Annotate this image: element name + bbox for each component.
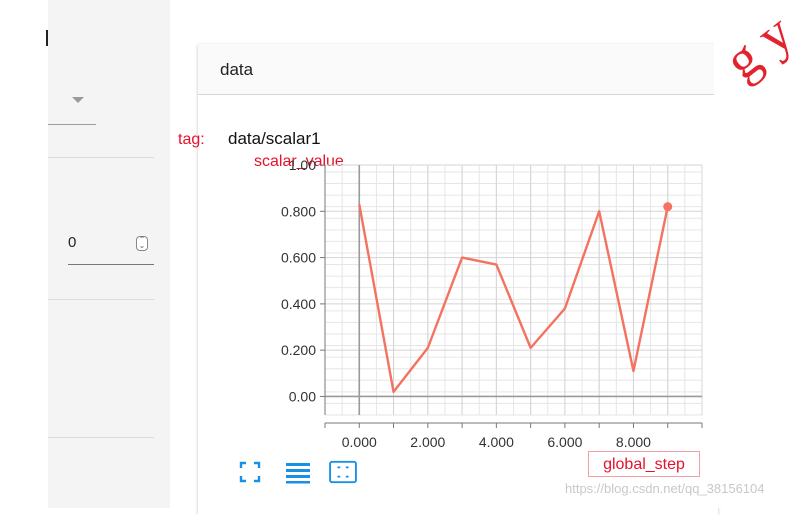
expand-corners-icon[interactable] — [238, 460, 262, 484]
y-tick-label: 1.00 — [289, 157, 316, 173]
scalar-chart[interactable]: 0.00 0.200 0.400 0.600 0.800 1.00 0.000 2.000 4.… — [0, 0, 810, 508]
x-axis-title: global_step — [588, 451, 700, 477]
series-point — [663, 202, 673, 212]
csdn-watermark: https://blog.csdn.net/qq_38156104 — [565, 481, 765, 496]
list-lines-icon[interactable] — [284, 460, 312, 484]
x-tick-label: 4.000 — [479, 434, 514, 450]
x-tick-label: 8.000 — [616, 434, 651, 450]
y-tick-label: 0.600 — [281, 250, 316, 266]
y-tick-label: 0.400 — [281, 296, 316, 312]
x-tick-label: 2.000 — [410, 434, 445, 450]
x-tick-label: 0.000 — [342, 434, 377, 450]
y-tick-label: 0.00 — [289, 388, 316, 404]
x-tick-label: 6.000 — [547, 434, 582, 450]
fit-domain-icon[interactable] — [327, 460, 359, 484]
y-tick-label: 0.800 — [281, 203, 316, 219]
y-tick-label: 0.200 — [281, 342, 316, 358]
